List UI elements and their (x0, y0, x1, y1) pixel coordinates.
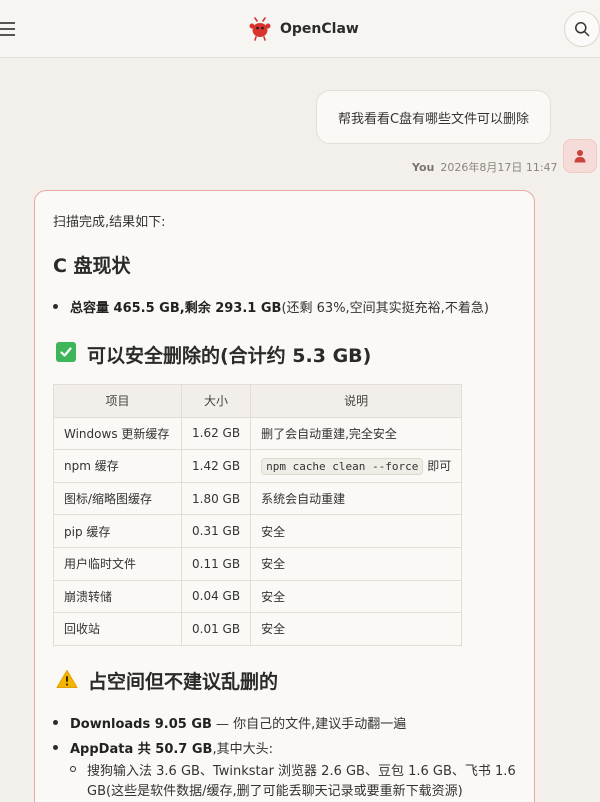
cell-note: 安全 (250, 514, 463, 548)
search-icon (575, 22, 590, 37)
cell-size: 0.31 GB (180, 514, 252, 548)
safe-delete-table: 项目 大小 说明 Windows 更新缓存 1.62 GB 删了会自动重建,完全… (53, 384, 463, 646)
cell-item: 回收站 (53, 612, 182, 646)
sub-bullet-line-1: 搜狗输入法 3.6 GB、Twinkstar 浏览器 2.6 GB、豆包 1.6… (87, 764, 516, 779)
brand: OpenClaw (248, 17, 359, 41)
cell-item: npm 缓存 (53, 449, 182, 483)
cell-size: 1.62 GB (180, 416, 252, 451)
summary-bold: 总容量 465.5 GB,剩余 293.1 GB (70, 301, 282, 316)
cell-item: 用户临时文件 (53, 546, 182, 581)
message-timestamp: 2026年8月17日 11:47 (440, 161, 558, 174)
menu-icon[interactable] (0, 20, 16, 38)
openclaw-logo-icon (249, 17, 271, 41)
column-header: 说明 (250, 384, 463, 418)
section-title-do-not-delete: 占空间但不建议乱删的 (88, 671, 279, 693)
sub-bullet-ring (70, 766, 76, 772)
user-message-bubble: 帮我看看C盘有哪些文件可以删除 (316, 90, 551, 144)
assistant-message-card: 扫描完成,结果如下: C 盘现状 总容量 465.5 GB,剩余 293.1 G… (34, 190, 535, 802)
downloads-rest: — 你自己的文件,建议手动翻一遍 (211, 717, 407, 732)
table-row: pip 缓存 0.31 GB 安全 (53, 514, 463, 548)
app-title: OpenClaw (280, 21, 359, 37)
cell-note-suffix: 即可 (427, 459, 452, 474)
cell-item: 图标/缩略图缓存 (53, 481, 182, 516)
cell-size: 0.04 GB (180, 579, 252, 614)
cell-note: npm cache clean --force 即可 (250, 449, 463, 483)
search-button[interactable] (564, 11, 600, 47)
cell-note: 安全 (250, 579, 463, 614)
check-icon (56, 342, 76, 362)
bullet-dot (53, 720, 58, 725)
table-row: 用户临时文件 0.11 GB 安全 (53, 546, 463, 581)
summary-rest: (还剩 63%,空间其实挺充裕,不着急) (281, 301, 489, 316)
section-title-c-drive: C 盘现状 (53, 255, 131, 277)
cell-size: 0.11 GB (180, 546, 252, 581)
intro-text: 扫描完成,结果如下: (53, 215, 166, 230)
sub-bullet-line-2: GB(这些是软件数据/缓存,删了可能丢聊天记录或要重新下载资源) (87, 784, 463, 799)
table-row: npm 缓存 1.42 GB npm cache clean --force 即… (53, 449, 463, 483)
bullet-dot (53, 304, 58, 309)
warning-icon (56, 670, 78, 688)
cell-item: Windows 更新缓存 (53, 416, 182, 451)
downloads-line: Downloads 9.05 GB — 你自己的文件,建议手动翻一遍 (70, 713, 406, 732)
table-row: 回收站 0.01 GB 安全 (53, 612, 463, 646)
user-avatar[interactable] (563, 139, 597, 173)
table-row: Windows 更新缓存 1.62 GB 删了会自动重建,完全安全 (53, 416, 463, 451)
table-row: 图标/缩略图缓存 1.80 GB 系统会自动重建 (53, 481, 463, 516)
appdata-bold: AppData 共 50.7 GB (70, 742, 213, 757)
summary-line: 总容量 465.5 GB,剩余 293.1 GB(还剩 63%,空间其实挺充裕,… (70, 297, 489, 316)
table-header-row: 项目 大小 说明 (53, 384, 463, 418)
appdata-rest: ,其中大头: (212, 742, 273, 757)
cell-item: pip 缓存 (53, 514, 182, 548)
person-icon (574, 150, 586, 163)
cell-size: 1.80 GB (180, 481, 252, 516)
cell-note: 删了会自动重建,完全安全 (250, 416, 463, 451)
table-row: 崩溃转储 0.04 GB 安全 (53, 579, 463, 614)
column-header: 大小 (180, 384, 252, 418)
cell-note: 系统会自动重建 (250, 481, 463, 516)
user-message-text: 帮我看看C盘有哪些文件可以删除 (337, 111, 530, 127)
message-author: You (412, 161, 435, 174)
top-bar: OpenClaw (0, 0, 600, 58)
message-meta: You 2026年8月17日 11:47 (412, 159, 558, 175)
section-title-safe-delete: 可以安全删除的(合计约 5.3 GB) (87, 345, 372, 367)
cell-note: 安全 (250, 546, 463, 581)
downloads-bold: Downloads 9.05 GB (70, 717, 212, 732)
column-header: 项目 (53, 384, 182, 418)
cell-item: 崩溃转储 (53, 579, 182, 614)
inline-code: npm cache clean --force (261, 458, 424, 476)
cell-note: 安全 (250, 612, 463, 646)
appdata-line: AppData 共 50.7 GB,其中大头: (70, 738, 273, 757)
cell-size: 1.42 GB (180, 449, 252, 483)
bullet-dot (53, 745, 58, 750)
cell-size: 0.01 GB (180, 612, 252, 646)
